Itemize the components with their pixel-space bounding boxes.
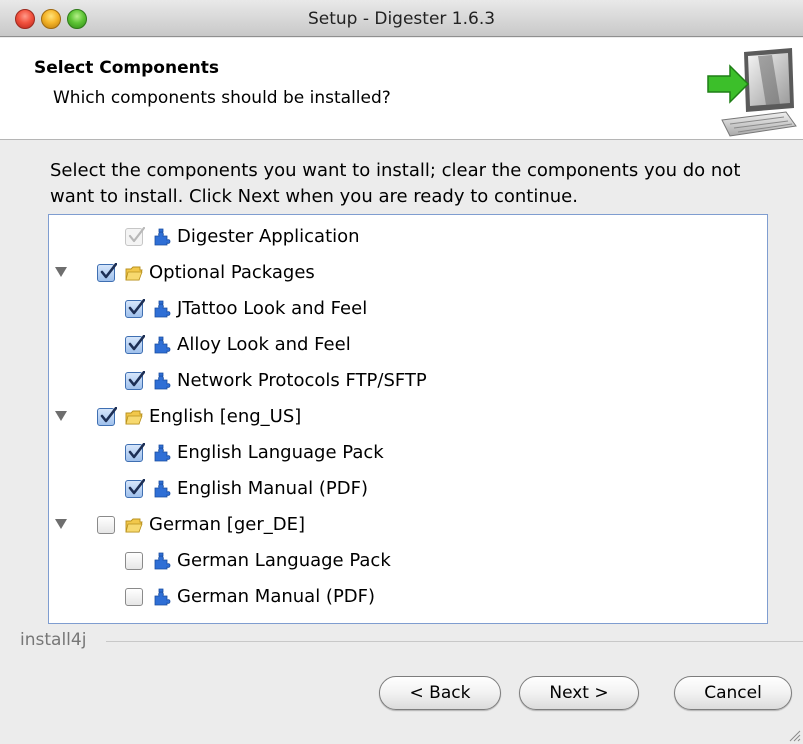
- puzzle-icon: [153, 228, 171, 246]
- puzzle-icon: [153, 444, 171, 462]
- brand-label: install4j: [20, 630, 87, 650]
- tree-item-label: Alloy Look and Feel: [177, 334, 351, 355]
- expand-triangle-icon[interactable]: [55, 267, 67, 277]
- tree-item[interactable]: English Language Pack: [49, 438, 767, 468]
- component-checkbox[interactable]: [125, 371, 145, 390]
- tree-item[interactable]: Digester Application: [49, 222, 767, 252]
- window-title: Setup - Digester 1.6.3: [307, 9, 496, 29]
- component-checkbox[interactable]: [97, 263, 117, 282]
- next-button[interactable]: Next >: [519, 676, 639, 710]
- resize-grip-icon[interactable]: [787, 728, 801, 742]
- title-bar: Setup - Digester 1.6.3: [0, 0, 803, 37]
- puzzle-icon: [153, 480, 171, 498]
- back-button[interactable]: < Back: [379, 676, 501, 710]
- folder-icon: [125, 264, 143, 282]
- brand-separator: install4j: [0, 630, 803, 650]
- component-checkbox[interactable]: [125, 299, 145, 318]
- tree-item-label: English Language Pack: [177, 442, 384, 463]
- component-checkbox[interactable]: [125, 443, 145, 462]
- puzzle-icon: [153, 372, 171, 390]
- tree-item[interactable]: German [ger_DE]: [49, 510, 767, 540]
- component-checkbox: [125, 227, 145, 246]
- tree-item[interactable]: Alloy Look and Feel: [49, 330, 767, 360]
- puzzle-icon: [153, 336, 171, 354]
- page-subtitle: Which components should be installed?: [53, 88, 391, 108]
- instructions-text: Select the components you want to instal…: [50, 160, 741, 207]
- expand-triangle-icon[interactable]: [55, 519, 67, 529]
- component-checkbox[interactable]: [125, 588, 143, 606]
- puzzle-icon: [153, 552, 171, 570]
- puzzle-icon: [153, 300, 171, 318]
- computer-install-arrow-icon: [707, 48, 797, 137]
- component-checkbox[interactable]: [125, 479, 145, 498]
- component-checkbox[interactable]: [125, 552, 143, 570]
- tree-item[interactable]: German Manual (PDF): [49, 582, 767, 612]
- wizard-header: Select Components Which components shoul…: [0, 38, 803, 140]
- tree-item-label: German Language Pack: [177, 550, 391, 571]
- tree-item-label: Optional Packages: [149, 262, 315, 283]
- component-checkbox[interactable]: [97, 516, 115, 534]
- tree-item-label: German Manual (PDF): [177, 586, 376, 607]
- tree-item[interactable]: Network Protocols FTP/SFTP: [49, 366, 767, 396]
- page-title: Select Components: [34, 58, 219, 78]
- tree-item-label: JTattoo Look and Feel: [177, 298, 368, 319]
- folder-icon: [125, 408, 143, 426]
- tree-item-label: English [eng_US]: [149, 406, 302, 427]
- tree-item[interactable]: Optional Packages: [49, 258, 767, 288]
- tree-item[interactable]: JTattoo Look and Feel: [49, 294, 767, 324]
- tree-item-label: Digester Application: [177, 226, 360, 247]
- folder-icon: [125, 516, 143, 534]
- tree-item-label: English Manual (PDF): [177, 478, 368, 499]
- puzzle-icon: [153, 588, 171, 606]
- component-checkbox[interactable]: [97, 407, 117, 426]
- cancel-button[interactable]: Cancel: [674, 676, 792, 710]
- tree-item[interactable]: German Language Pack: [49, 546, 767, 576]
- component-checkbox[interactable]: [125, 335, 145, 354]
- tree-item[interactable]: English Manual (PDF): [49, 474, 767, 504]
- tree-item[interactable]: English [eng_US]: [49, 402, 767, 432]
- expand-triangle-icon[interactable]: [55, 411, 67, 421]
- tree-item-label: German [ger_DE]: [149, 514, 305, 535]
- components-tree[interactable]: Digester Application Optional Packages JTa…: [48, 214, 768, 624]
- separator-line: [106, 641, 803, 642]
- tree-item-label: Network Protocols FTP/SFTP: [177, 370, 427, 391]
